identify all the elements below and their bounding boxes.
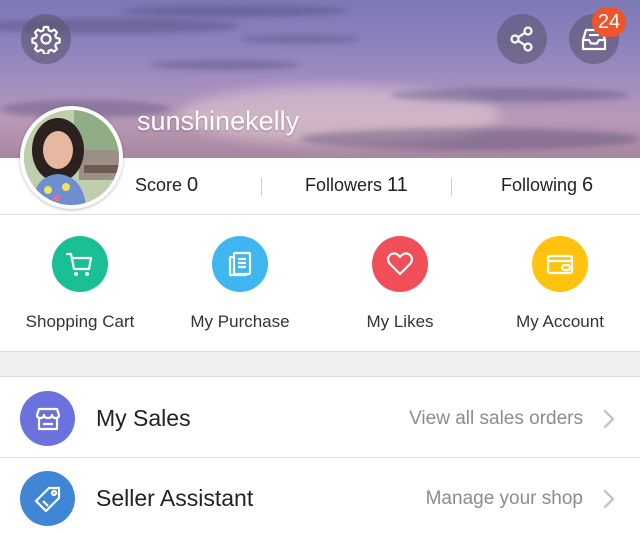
my-purchase-icon-circle: [212, 236, 268, 292]
following-stat[interactable]: Following 6: [501, 174, 593, 197]
avatar[interactable]: [20, 106, 123, 209]
score-stat[interactable]: Score 0: [135, 174, 198, 197]
profile-username[interactable]: sunshinekelly: [137, 106, 299, 137]
store-icon: [35, 407, 60, 430]
cover-cloud: [120, 5, 350, 17]
avatar-photo: [24, 110, 119, 205]
following-label: Following: [501, 175, 578, 195]
share-icon: [510, 26, 533, 52]
chevron-right-icon: [603, 409, 615, 429]
my-purchase-label: My Purchase: [190, 312, 290, 331]
shopping-cart-button[interactable]: Shopping Cart: [0, 216, 160, 332]
heart-icon: [386, 252, 414, 276]
seller-assistant-icon-circle: [20, 471, 75, 526]
score-label: Score: [135, 175, 183, 195]
cover-cloud: [150, 60, 300, 70]
chevron-right-icon: [603, 489, 615, 509]
gear-icon: [31, 25, 61, 54]
stat-divider: [451, 178, 452, 196]
tag-icon: [34, 486, 60, 512]
my-sales-title: My Sales: [96, 405, 191, 431]
seller-assistant-row[interactable]: Seller Assistant Manage your shop: [0, 458, 640, 534]
document-icon: [228, 251, 252, 277]
cover-cloud: [240, 35, 360, 43]
my-account-icon-circle: [532, 236, 588, 292]
my-sales-icon-circle: [20, 391, 75, 446]
my-likes-button[interactable]: My Likes: [320, 216, 480, 332]
my-sales-subtitle: View all sales orders: [409, 408, 583, 429]
notification-badge: 24: [592, 7, 626, 37]
my-likes-icon-circle: [372, 236, 428, 292]
followers-value: 11: [387, 174, 408, 196]
stat-divider: [261, 178, 262, 196]
following-value: 6: [582, 174, 594, 196]
my-account-label: My Account: [516, 312, 604, 331]
followers-label: Followers: [305, 175, 383, 195]
shopping-cart-icon-circle: [52, 236, 108, 292]
settings-button[interactable]: [21, 14, 71, 64]
cart-icon: [65, 252, 93, 276]
my-sales-row[interactable]: My Sales View all sales orders: [0, 378, 640, 458]
cover-cloud: [300, 128, 640, 150]
shopping-cart-label: Shopping Cart: [25, 312, 135, 331]
wallet-card-icon: [546, 254, 574, 275]
seller-assistant-title: Seller Assistant: [96, 485, 254, 511]
quick-actions: Shopping Cart My Purchase My Likes My Ac…: [0, 216, 640, 351]
my-account-button[interactable]: My Account: [480, 216, 640, 332]
my-likes-label: My Likes: [366, 312, 434, 331]
share-button[interactable]: [497, 14, 547, 64]
followers-stat[interactable]: Followers 11: [305, 174, 408, 197]
section-separator: [0, 351, 640, 377]
seller-assistant-subtitle: Manage your shop: [425, 488, 583, 509]
cover-cloud: [390, 88, 630, 102]
score-value: 0: [187, 174, 199, 196]
my-purchase-button[interactable]: My Purchase: [160, 216, 320, 332]
